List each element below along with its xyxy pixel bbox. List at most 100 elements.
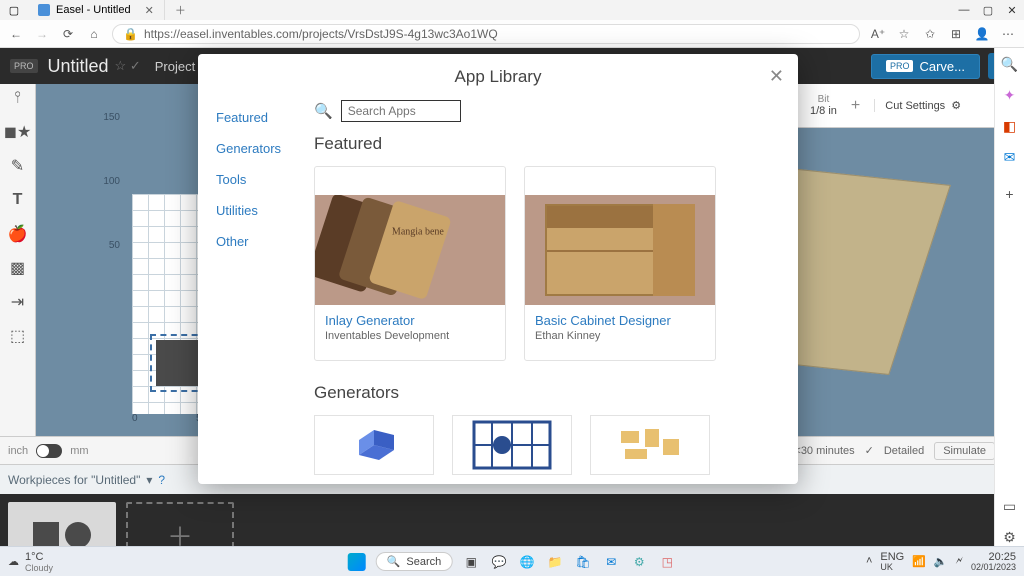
lang-label[interactable]: ENG	[880, 551, 904, 563]
nav-back-button[interactable]: ←	[8, 27, 24, 41]
generator-card-puzzle[interactable]	[452, 415, 572, 475]
search-icon[interactable]: 🔍	[1001, 56, 1018, 73]
gear-icon: ⚙	[951, 99, 961, 112]
ruler-unit-icon[interactable]: ⫯	[6, 88, 30, 108]
battery-icon[interactable]: 🗲	[956, 555, 963, 568]
workpieces-label: Workpieces for "Untitled"	[8, 473, 140, 487]
read-aloud-icon[interactable]: A⁺	[870, 27, 886, 41]
project-title[interactable]: Untitled	[48, 56, 109, 77]
card-author: Inventables Development	[325, 330, 495, 342]
category-utilities[interactable]: Utilities	[216, 203, 308, 218]
outlook-taskbar-icon[interactable]: ✉	[602, 553, 620, 571]
left-toolbox: ⫯ ◼★ ✎ T 🍎 ▩ ⇥ ⬚	[0, 84, 36, 464]
clock-time: 20:25	[971, 551, 1016, 563]
check-icon: ✓	[865, 444, 874, 457]
category-generators[interactable]: Generators	[216, 141, 308, 156]
tray-chevron-icon[interactable]: ˄	[866, 555, 872, 567]
window-minimize-button[interactable]: —	[952, 4, 976, 16]
modal-content[interactable]: 🔍 Featured Inlay Generator Inventables D…	[308, 100, 798, 484]
app-card-inlay[interactable]: Inlay Generator Inventables Development	[314, 166, 506, 361]
lego-tool-icon[interactable]: ▩	[6, 258, 30, 278]
outlook-icon[interactable]: ✉	[1004, 149, 1016, 166]
window-maximize-button[interactable]: ▢	[976, 4, 1000, 17]
card-title: Inlay Generator	[325, 313, 495, 328]
edge-icon[interactable]: 🌐	[518, 553, 536, 571]
sidebar-collapse-icon[interactable]: ▭	[1003, 498, 1016, 515]
apps-tool-icon[interactable]: 🍎	[6, 224, 30, 244]
tabs-overview-button[interactable]: ▢	[0, 4, 28, 17]
nav-refresh-button[interactable]: ⟳	[60, 27, 76, 41]
more-icon[interactable]: ⋯	[1000, 27, 1016, 41]
nav-home-button[interactable]: ⌂	[86, 27, 102, 41]
copilot-icon[interactable]: ✦	[1004, 87, 1016, 104]
window-close-button[interactable]: ✕	[1000, 4, 1024, 17]
simulate-button[interactable]: Simulate	[934, 442, 995, 460]
favorites-bar-icon[interactable]: ✩	[922, 27, 938, 41]
bit-value: 1/8 in	[810, 105, 837, 117]
lang-sub: UK	[880, 563, 904, 573]
wifi-icon[interactable]: 📶	[912, 555, 926, 568]
app-search-input[interactable]	[341, 100, 461, 122]
browser-tab[interactable]: Easel - Untitled ✕	[28, 0, 165, 20]
ruler-tick: 0	[132, 413, 138, 424]
cut-settings-button[interactable]: Cut Settings ⚙	[874, 99, 961, 112]
category-tools[interactable]: Tools	[216, 172, 308, 187]
chat-icon[interactable]: 💬	[490, 553, 508, 571]
url-input[interactable]: 🔒 https://easel.inventables.com/projects…	[112, 24, 860, 44]
app-library-modal: App Library ✕ Featured Generators Tools …	[198, 54, 798, 484]
explorer-icon[interactable]: 📁	[546, 553, 564, 571]
new-tab-button[interactable]: ＋	[165, 2, 196, 18]
taskview-icon[interactable]: ▣	[462, 553, 480, 571]
import-tool-icon[interactable]: ⇥	[6, 292, 30, 312]
nav-forward-button[interactable]: →	[34, 27, 50, 41]
unit-mm-label[interactable]: mm	[70, 445, 88, 457]
category-other[interactable]: Other	[216, 234, 308, 249]
store-icon[interactable]: 🛍	[574, 553, 592, 571]
favorite-icon[interactable]: ☆	[896, 27, 912, 41]
profile-icon[interactable]: 👤	[974, 27, 990, 41]
office-icon[interactable]: ◧	[1003, 118, 1016, 135]
text-tool-icon[interactable]: T	[6, 190, 30, 210]
card-title: Basic Cabinet Designer	[535, 313, 705, 328]
window-titlebar: ▢ Easel - Untitled ✕ ＋ — ▢ ✕	[0, 0, 1024, 20]
shape-square[interactable]	[156, 340, 202, 386]
carve-button[interactable]: PRO Carve...	[871, 54, 980, 79]
favicon-icon	[38, 4, 50, 16]
help-icon[interactable]: ?	[158, 473, 165, 487]
collections-icon[interactable]: ⊞	[948, 27, 964, 41]
shapes-tool-icon[interactable]: ◼★	[6, 122, 30, 142]
app-card-cabinet[interactable]: Basic Cabinet Designer Ethan Kinney	[524, 166, 716, 361]
detailed-label[interactable]: Detailed	[884, 445, 924, 457]
lock-icon: 🔒	[123, 27, 138, 41]
unit-toggle[interactable]	[36, 444, 62, 458]
menu-project[interactable]: Project	[155, 59, 195, 74]
taskbar-clock[interactable]: 20:25 02/01/2023	[971, 551, 1016, 573]
taskbar-weather[interactable]: ☁ 1°C Cloudy	[8, 551, 53, 573]
box-tool-icon[interactable]: ⬚	[6, 326, 30, 346]
app-taskbar-icon[interactable]: ◳	[658, 553, 676, 571]
weather-icon: ☁	[8, 555, 19, 568]
start-button[interactable]	[348, 553, 366, 571]
tab-close-button[interactable]: ✕	[145, 4, 154, 17]
ruler-tick: 100	[103, 176, 120, 187]
chevron-down-icon[interactable]: ▾	[146, 473, 152, 487]
modal-close-button[interactable]: ✕	[769, 66, 784, 87]
unit-inch-label[interactable]: inch	[8, 445, 28, 457]
star-icon[interactable]: ☆ ✓	[115, 58, 141, 74]
add-bit-button[interactable]: +	[851, 97, 860, 115]
generator-card-box[interactable]	[314, 415, 434, 475]
url-text: https://easel.inventables.com/projects/V…	[144, 27, 498, 41]
add-sidebar-button[interactable]: +	[1005, 186, 1013, 202]
carve-label: Carve...	[919, 59, 965, 74]
search-icon: 🔍	[314, 102, 333, 120]
category-featured[interactable]: Featured	[216, 110, 308, 125]
settings-taskbar-icon[interactable]: ⚙	[630, 553, 648, 571]
tab-title: Easel - Untitled	[56, 4, 131, 16]
taskbar-search[interactable]: 🔍 Search	[376, 552, 453, 571]
weather-text: Cloudy	[25, 563, 53, 573]
generator-card-parts[interactable]	[590, 415, 710, 475]
settings-icon[interactable]: ⚙	[1003, 529, 1016, 546]
pen-tool-icon[interactable]: ✎	[6, 156, 30, 176]
bit-panel[interactable]: Bit 1/8 in	[810, 94, 837, 117]
volume-icon[interactable]: 🔈	[934, 555, 948, 568]
